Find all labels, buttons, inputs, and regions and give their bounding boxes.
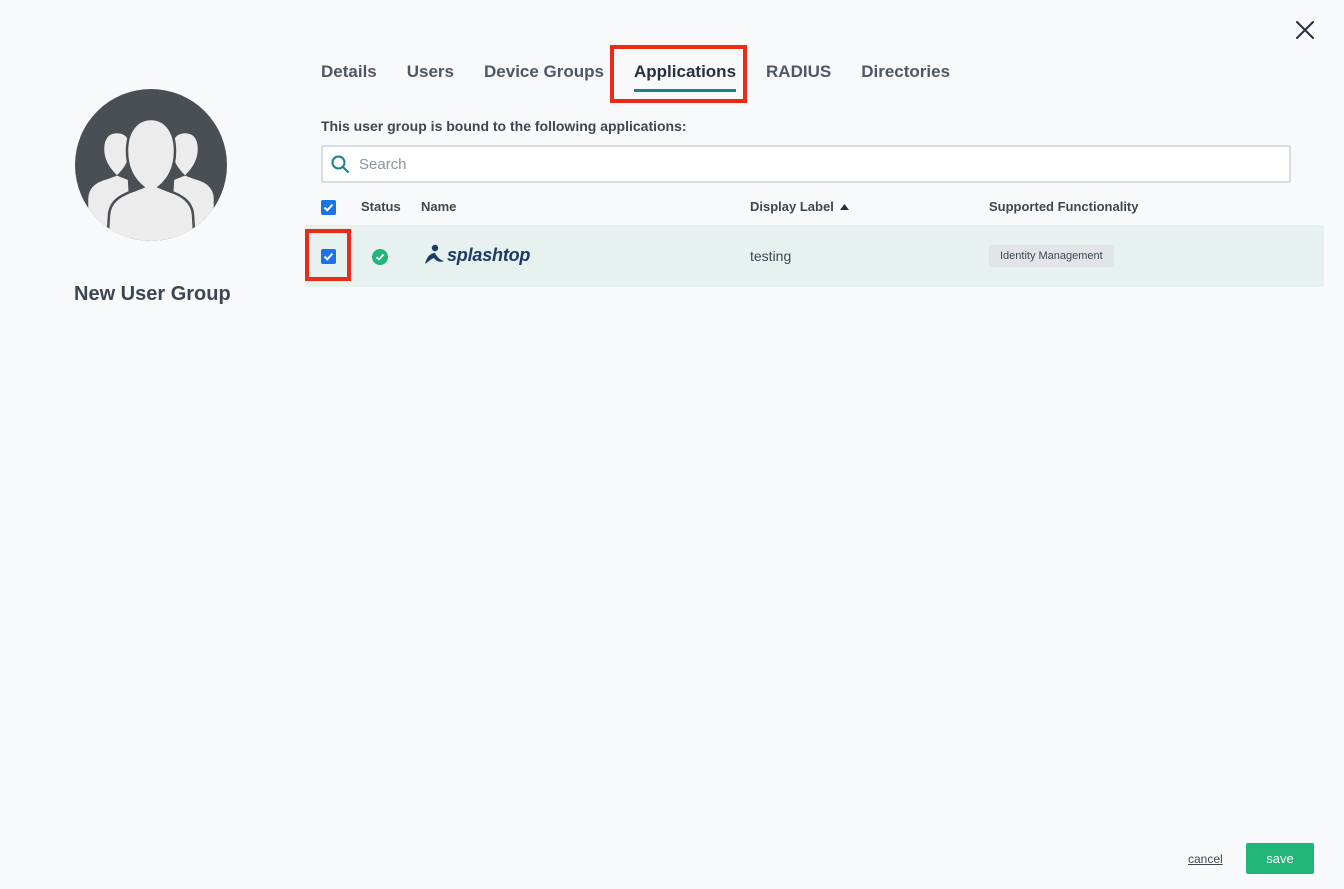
- display-label-header-text: Display Label: [750, 199, 834, 214]
- cancel-link[interactable]: cancel: [1188, 852, 1223, 866]
- functionality-badge: Identity Management: [989, 245, 1114, 267]
- search-box: [321, 145, 1291, 183]
- highlight-box-row-checkbox: [305, 229, 351, 281]
- user-group-icon: [75, 89, 227, 241]
- tab-radius[interactable]: RADIUS: [766, 62, 831, 92]
- save-button[interactable]: save: [1246, 843, 1314, 874]
- user-group-modal: New User Group Details Users Device Grou…: [0, 0, 1344, 889]
- display-label-cell: testing: [750, 248, 792, 264]
- table-row[interactable]: splashtop testing Identity Management: [305, 225, 1324, 287]
- app-logo-splashtop: splashtop: [423, 243, 530, 267]
- table-header: Status Name Display Label Supported Func…: [305, 196, 1324, 220]
- bound-applications-description: This user group is bound to the followin…: [321, 118, 687, 134]
- sort-ascending-icon: [839, 203, 849, 210]
- app-name: splashtop: [447, 244, 531, 265]
- checkmark-icon: [323, 203, 334, 212]
- column-header-name[interactable]: Name: [421, 199, 456, 214]
- search-input[interactable]: [359, 155, 1259, 173]
- group-name: New User Group: [74, 283, 231, 305]
- tab-directories[interactable]: Directories: [861, 62, 950, 92]
- close-icon: [1296, 21, 1314, 39]
- column-header-supported-functionality: Supported Functionality: [989, 199, 1139, 214]
- tab-users[interactable]: Users: [407, 62, 454, 92]
- splashtop-logo-icon: [425, 244, 444, 264]
- tab-device-groups[interactable]: Device Groups: [484, 62, 604, 92]
- search-icon: [331, 154, 351, 174]
- close-button[interactable]: [1292, 17, 1318, 43]
- tab-details[interactable]: Details: [321, 62, 377, 92]
- column-header-status: Status: [361, 199, 401, 214]
- highlight-box-applications-tab: [610, 45, 747, 103]
- column-header-display-label[interactable]: Display Label: [750, 199, 849, 214]
- select-all-checkbox[interactable]: [321, 200, 336, 215]
- check-circle-icon: [372, 249, 388, 265]
